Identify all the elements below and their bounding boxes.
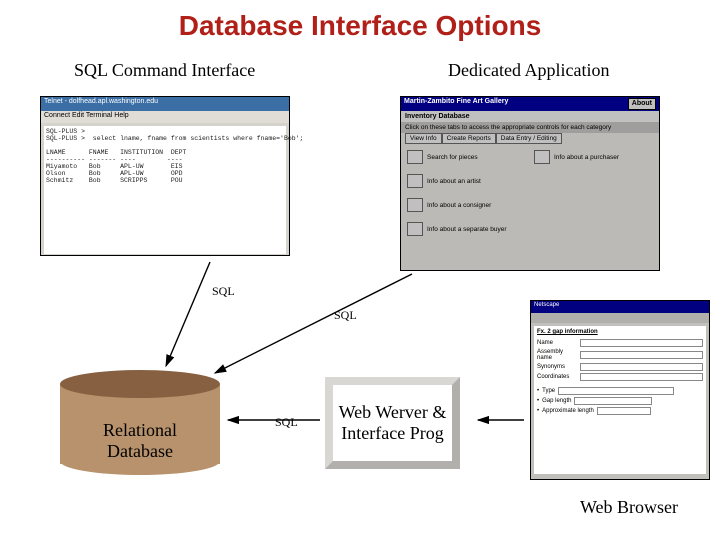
sql-label-b: SQL [334, 308, 357, 323]
sql-label-c: SQL [275, 415, 298, 430]
app-row-label: Search for pieces [427, 154, 478, 161]
app-row-blank [534, 198, 653, 212]
sql-terminal-window: Telnet - dolfhead.apl.washington.edu Con… [40, 96, 290, 256]
page-title: Database Interface Options [0, 10, 720, 42]
buyer-icon[interactable] [407, 222, 423, 236]
check-type: • Type [537, 387, 703, 395]
arrow-terminal-to-db [166, 262, 210, 366]
sql-terminal-body: SQL-PLUS >SQL-PLUS > select lname, fname… [44, 126, 286, 254]
text-input[interactable] [580, 339, 703, 347]
field-label: Assembly name [537, 349, 577, 361]
field-synonyms: Synonyms [537, 363, 703, 371]
web-browser-window: Netscape Fx. 2 gap information Name Asse… [530, 300, 710, 480]
tab-create-reports[interactable]: Create Reports [442, 133, 496, 144]
field-label: Name [537, 340, 577, 346]
app-row-search: Search for pieces [407, 150, 526, 164]
check-label: Type [542, 388, 555, 394]
app-row-label: Info about a separate buyer [427, 226, 507, 233]
label-dedicated-application: Dedicated Application [448, 60, 609, 81]
dedicated-app-window: Martin-Zambito Fine Art Gallery About In… [400, 96, 660, 271]
browser-content: Fx. 2 gap information Name Assembly name… [534, 326, 706, 474]
tab-data-entry[interactable]: Data Entry / Editing [496, 133, 562, 144]
about-button[interactable]: About [628, 98, 656, 110]
purchaser-icon[interactable] [534, 150, 550, 164]
text-input[interactable] [580, 351, 703, 359]
consigner-icon[interactable] [407, 198, 423, 212]
browser-titlebar: Netscape [531, 301, 709, 313]
check-label: Approximate length [542, 408, 594, 414]
browser-heading: Fx. 2 gap information [537, 329, 703, 335]
sql-terminal-menubar: Connect Edit Terminal Help [41, 111, 289, 123]
db-label: RelationalDatabase [60, 420, 220, 461]
app-row-consigner2: Info about a consigner [407, 198, 526, 212]
app-row-artist: Info about an artist [407, 174, 526, 188]
text-input[interactable] [597, 407, 651, 415]
app-hint: Click on these tabs to access the approp… [401, 122, 659, 133]
field-name: Name [537, 339, 703, 347]
app-subtitle: Inventory Database [401, 111, 659, 122]
relational-database-cylinder: RelationalDatabase [60, 370, 220, 475]
field-label: Coordinates [537, 374, 577, 380]
web-server-label: Web Werver & Interface Prog [333, 402, 452, 443]
app-row-buyer: Info about a separate buyer [407, 222, 526, 236]
app-tabs: View Info Create Reports Data Entry / Ed… [401, 133, 659, 144]
app-row-consigner [534, 174, 653, 188]
app-body: Search for pieces Info about a purchaser… [401, 144, 659, 242]
text-input[interactable] [558, 387, 674, 395]
field-assembly: Assembly name [537, 349, 703, 361]
app-titlebar: Martin-Zambito Fine Art Gallery About [401, 97, 659, 111]
app-row-label: Info about a consigner [427, 202, 491, 209]
artist-icon[interactable] [407, 174, 423, 188]
field-coords: Coordinates [537, 373, 703, 381]
sql-label-a: SQL [212, 284, 235, 299]
text-input[interactable] [574, 397, 652, 405]
browser-toolbar [531, 313, 709, 323]
tab-view-info[interactable]: View Info [405, 133, 442, 144]
label-web-browser: Web Browser [580, 497, 678, 518]
app-row-label: Info about an artist [427, 178, 481, 185]
check-gaplen: • Gap length [537, 397, 703, 405]
check-label: Gap length [542, 398, 571, 404]
sql-terminal-titlebar: Telnet - dolfhead.apl.washington.edu [41, 97, 289, 111]
label-sql-command-interface: SQL Command Interface [74, 60, 255, 81]
app-row-label: Info about a purchaser [554, 154, 619, 161]
field-label: Synonyms [537, 364, 577, 370]
arrow-app-to-db [215, 274, 412, 373]
app-row-purchaser: Info about a purchaser [534, 150, 653, 164]
text-input[interactable] [580, 363, 703, 371]
check-approx: • Approximate length [537, 407, 703, 415]
search-icon[interactable] [407, 150, 423, 164]
app-title-text: Martin-Zambito Fine Art Gallery [404, 98, 508, 110]
text-input[interactable] [580, 373, 703, 381]
web-server-box: Web Werver & Interface Prog [325, 377, 460, 469]
